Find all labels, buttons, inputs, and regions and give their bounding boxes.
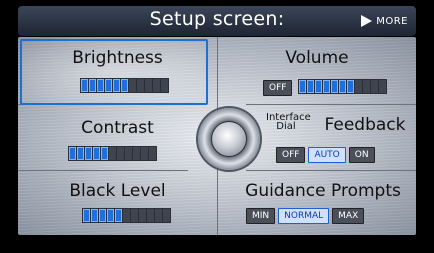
guidance-prompts-label: Guidance Prompts bbox=[245, 181, 401, 201]
black-level-meter bbox=[82, 208, 171, 223]
brightness-meter bbox=[80, 78, 169, 93]
contrast-label: Contrast bbox=[81, 118, 154, 138]
play-arrow-icon bbox=[361, 15, 373, 27]
option-button-min[interactable]: MIN bbox=[246, 208, 276, 224]
meter-segment bbox=[363, 80, 370, 93]
meter-segment bbox=[371, 80, 378, 93]
meter-segment bbox=[115, 209, 122, 222]
meter-segment bbox=[147, 209, 154, 222]
header-bar: Setup screen: MORE bbox=[18, 6, 416, 36]
meter-segment bbox=[131, 209, 138, 222]
more-label: MORE bbox=[376, 15, 408, 27]
volume-label: Volume bbox=[285, 48, 349, 68]
meter-segment bbox=[339, 80, 346, 93]
option-button-on[interactable]: ON bbox=[348, 147, 375, 163]
meter-segment bbox=[347, 80, 354, 93]
meter-segment bbox=[89, 79, 96, 92]
meter-segment bbox=[69, 147, 76, 160]
meter-segment bbox=[355, 80, 362, 93]
option-button-normal[interactable]: NORMAL bbox=[278, 208, 330, 224]
meter-segment bbox=[125, 147, 132, 160]
contrast-meter bbox=[68, 146, 157, 161]
meter-segment bbox=[83, 209, 90, 222]
meter-segment bbox=[91, 209, 98, 222]
brightness-label: Brightness bbox=[72, 48, 163, 68]
option-button-off[interactable]: OFF bbox=[276, 147, 306, 163]
meter-segment bbox=[307, 80, 314, 93]
meter-segment bbox=[145, 79, 152, 92]
option-button-auto[interactable]: AUTO bbox=[308, 147, 346, 163]
meter-segment bbox=[141, 147, 148, 160]
option-button-max[interactable]: MAX bbox=[332, 208, 365, 224]
page-title: Setup screen: bbox=[149, 8, 285, 30]
meter-segment bbox=[153, 79, 160, 92]
meter-segment bbox=[163, 209, 170, 222]
volume-meter bbox=[298, 79, 387, 94]
volume-setting[interactable]: Volume OFF bbox=[218, 37, 416, 104]
meter-segment bbox=[315, 80, 322, 93]
meter-segment bbox=[107, 209, 114, 222]
brightness-setting[interactable]: Brightness bbox=[18, 37, 217, 105]
meter-segment bbox=[323, 80, 330, 93]
volume-off-button[interactable]: OFF bbox=[263, 80, 293, 96]
meter-segment bbox=[99, 209, 106, 222]
setup-screen: Setup screen: MORE Brightness Volume OFF… bbox=[0, 0, 434, 253]
feedback-options: OFF AUTO ON bbox=[276, 147, 375, 163]
knob-center bbox=[212, 122, 246, 156]
meter-segment bbox=[97, 79, 104, 92]
meter-segment bbox=[81, 79, 88, 92]
meter-segment bbox=[77, 147, 84, 160]
meter-segment bbox=[105, 79, 112, 92]
black-level-setting[interactable]: Black Level bbox=[18, 171, 217, 235]
meter-segment bbox=[113, 79, 120, 92]
meter-segment bbox=[139, 209, 146, 222]
meter-segment bbox=[331, 80, 338, 93]
meter-segment bbox=[161, 79, 168, 92]
meter-segment bbox=[101, 147, 108, 160]
meter-segment bbox=[137, 79, 144, 92]
meter-segment bbox=[117, 147, 124, 160]
meter-segment bbox=[85, 147, 92, 160]
black-level-label: Black Level bbox=[69, 181, 166, 201]
meter-segment bbox=[379, 80, 386, 93]
meter-segment bbox=[149, 147, 156, 160]
meter-segment bbox=[93, 147, 100, 160]
contrast-setting[interactable]: Contrast bbox=[18, 105, 217, 170]
meter-segment bbox=[121, 79, 128, 92]
feedback-label: Feedback bbox=[324, 115, 406, 135]
meter-segment bbox=[123, 209, 130, 222]
meter-segment bbox=[133, 147, 140, 160]
meter-segment bbox=[109, 147, 116, 160]
interface-dial-knob[interactable] bbox=[198, 108, 260, 170]
settings-panel: Brightness Volume OFF Contrast Interface… bbox=[18, 37, 416, 235]
meter-segment bbox=[129, 79, 136, 92]
meter-segment bbox=[299, 80, 306, 93]
meter-segment bbox=[155, 209, 162, 222]
more-button[interactable]: MORE bbox=[361, 15, 408, 27]
guidance-options: MIN NORMAL MAX bbox=[246, 208, 365, 224]
guidance-prompts-setting[interactable]: Guidance Prompts MIN NORMAL MAX bbox=[218, 171, 416, 235]
